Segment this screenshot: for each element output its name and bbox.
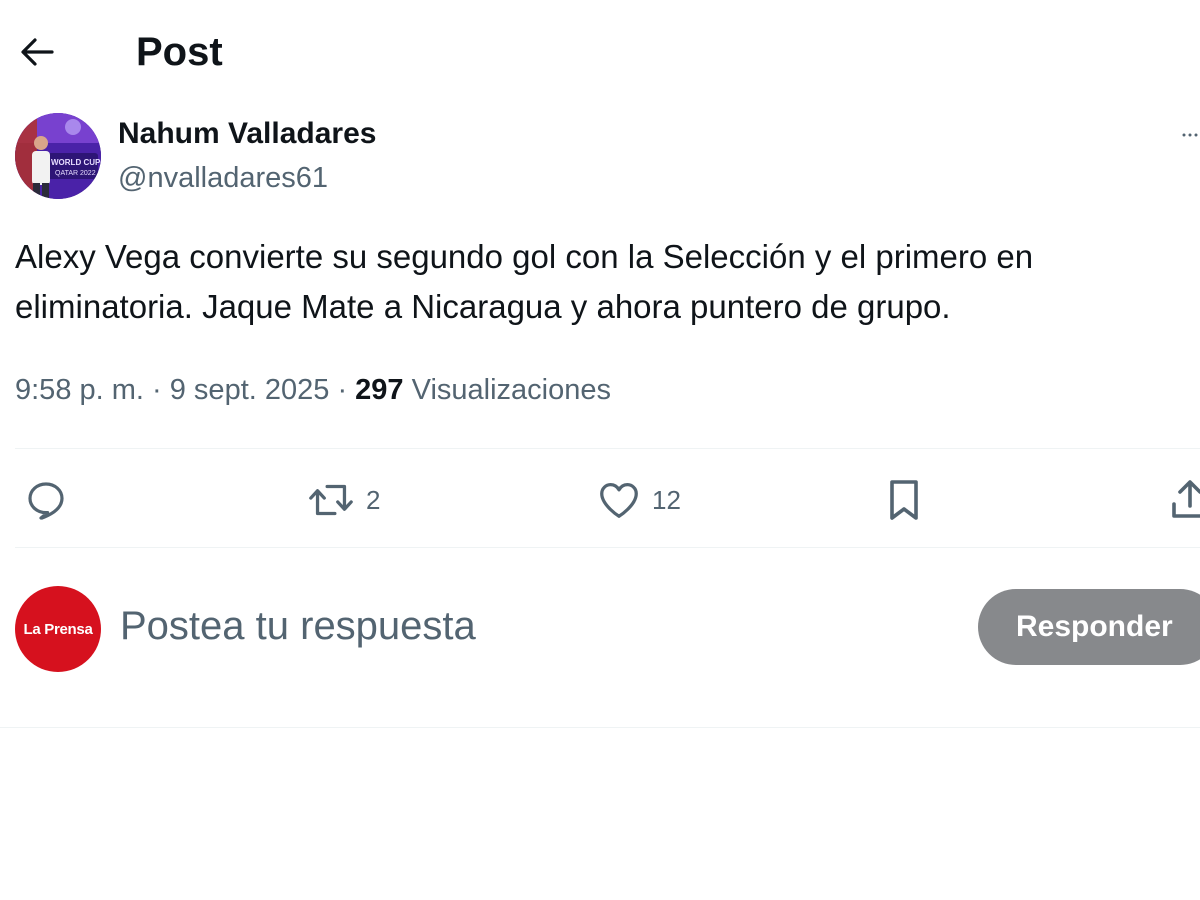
more-options-button[interactable] [1180,120,1200,150]
views-label: Visualizaciones [411,374,611,406]
heart-icon [600,483,638,518]
responder-button[interactable]: Responder [978,589,1200,665]
current-user-avatar[interactable]: La Prensa [15,586,101,672]
divider [15,547,1200,548]
meta-separator: · [143,374,170,406]
like-count: 12 [652,484,681,515]
divider [0,727,1200,728]
back-button[interactable] [12,27,62,77]
page-title: Post [136,30,223,74]
reply-button[interactable] [22,474,70,526]
post-text: Alexy Vega convierte su segundo gol con … [15,238,1034,325]
author-avatar[interactable]: WORLD CUP QATAR 2022 [15,113,101,199]
reply-input[interactable] [120,598,960,654]
arrow-left-icon [21,38,54,66]
repost-count: 2 [366,484,381,515]
post-time[interactable]: 9:58 p. m. [15,374,144,406]
bookmark-button[interactable] [882,474,926,526]
more-dots-icon [1182,133,1198,137]
like-button[interactable]: 12 [596,474,681,526]
author-handle[interactable]: @nvalladares61 [118,160,328,196]
post-date[interactable]: 9 sept. 2025 [170,374,330,406]
meta-separator: · [329,374,356,406]
svg-text:QATAR 2022: QATAR 2022 [55,170,96,177]
share-icon [1172,480,1200,518]
share-button[interactable] [1168,474,1200,526]
divider [15,448,1200,449]
svg-text:WORLD CUP: WORLD CUP [51,158,101,167]
repost-icon [309,484,353,516]
repost-button[interactable]: 2 [306,474,380,526]
reply-icon [28,482,64,520]
avatar-image: WORLD CUP QATAR 2022 [15,113,101,199]
author-name[interactable]: Nahum Valladares [118,116,376,152]
bookmark-icon [890,480,918,520]
post-page: Post WORLD CUP QATAR 2022 Nahum Valladar… [0,0,1200,900]
la-prensa-logo: La Prensa [23,620,93,638]
views-count: 297 [355,374,404,406]
post-meta: 9:58 p. m. · 9 sept. 2025 · 297 Visualiz… [15,370,611,410]
